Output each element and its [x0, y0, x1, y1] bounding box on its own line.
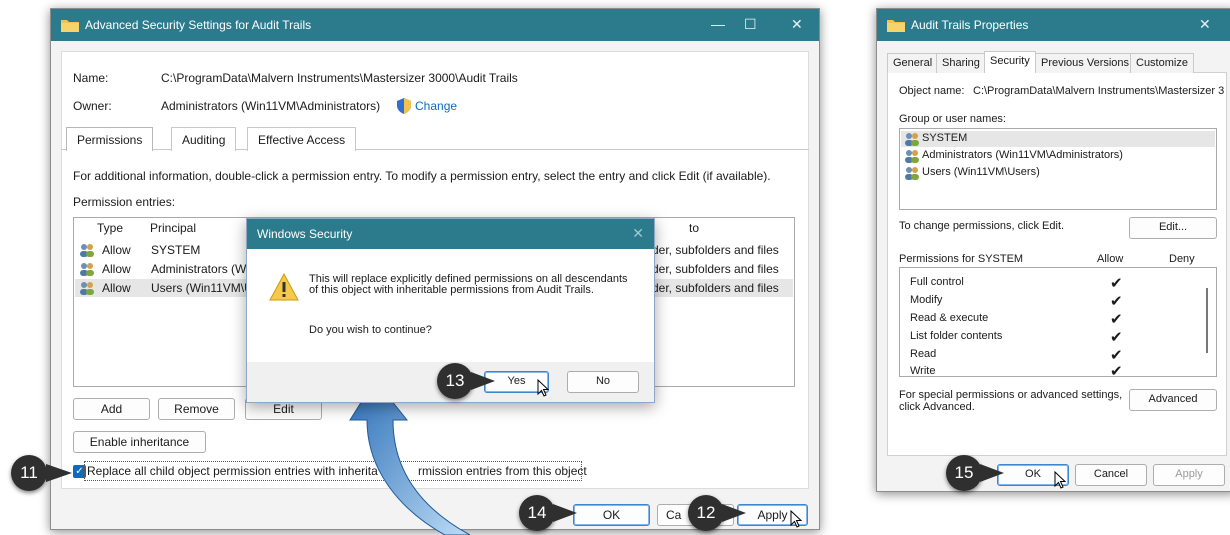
- title-bar: Advanced Security Settings for Audit Tra…: [51, 9, 819, 41]
- entry-applies-to: der, subfolders and files: [652, 243, 779, 257]
- properties-apply-button[interactable]: Apply: [1153, 464, 1225, 486]
- entry-principal: Administrators (W: [151, 262, 247, 276]
- dialog-title: Windows Security: [257, 227, 353, 241]
- list-item[interactable]: Administrators (Win11VM\Administrators): [922, 149, 1123, 161]
- badge-pointer: [722, 504, 746, 522]
- step-badge-15: 15: [946, 455, 982, 491]
- advanced-button[interactable]: Advanced: [1129, 389, 1217, 411]
- special-permissions-text: For special permissions or advanced sett…: [899, 389, 1123, 413]
- maximize-button[interactable]: ☐: [744, 16, 757, 33]
- badge-pointer: [980, 464, 1004, 482]
- name-value: C:\ProgramData\Malvern Instruments\Maste…: [161, 71, 518, 85]
- tab-auditing[interactable]: Auditing: [171, 127, 237, 151]
- group-names-list[interactable]: SYSTEM Administrators (Win11VM\Administr…: [899, 128, 1217, 210]
- users-icon: [80, 282, 94, 295]
- enable-inheritance-button[interactable]: Enable inheritance: [73, 431, 206, 453]
- users-icon: [80, 263, 94, 276]
- entry-applies-to: der, subfolders and files: [652, 262, 779, 276]
- users-icon: [905, 133, 919, 146]
- dialog-close-icon[interactable]: ✕: [632, 225, 644, 242]
- dialog-title-bar: Windows Security ✕: [247, 219, 654, 249]
- tab-general[interactable]: General: [887, 53, 939, 73]
- object-name-value: C:\ProgramData\Malvern Instruments\Maste…: [973, 85, 1225, 97]
- tab-security[interactable]: Security: [984, 51, 1036, 73]
- object-name-label: Object name:: [899, 85, 965, 97]
- tab-sharing[interactable]: Sharing: [936, 53, 986, 73]
- column-applies-to[interactable]: to: [689, 221, 699, 235]
- entry-type: Allow: [102, 262, 131, 276]
- add-button[interactable]: Add: [73, 398, 150, 420]
- allow-check-icon: ✔: [1110, 293, 1123, 310]
- window-title: Advanced Security Settings for Audit Tra…: [85, 18, 312, 32]
- no-button[interactable]: No: [567, 371, 639, 393]
- step-badge-13: 13: [437, 363, 473, 399]
- allow-check-icon: ✔: [1110, 363, 1123, 380]
- permissions-for-label: Permissions for SYSTEM: [899, 253, 1024, 265]
- tab-previous-versions[interactable]: Previous Versions: [1035, 53, 1136, 73]
- mouse-cursor-icon: [537, 379, 549, 397]
- ok-button[interactable]: OK: [573, 504, 650, 526]
- warning-icon: [269, 273, 299, 301]
- mouse-cursor-icon: [1054, 471, 1066, 489]
- deny-column-label: Deny: [1169, 253, 1195, 265]
- properties-title-bar: Audit Trails Properties ✕: [877, 9, 1230, 41]
- edit-permissions-button[interactable]: Edit...: [1129, 217, 1217, 239]
- uac-shield-icon: [397, 98, 411, 114]
- change-permissions-text: To change permissions, click Edit.: [899, 220, 1065, 232]
- badge-pointer: [46, 464, 72, 482]
- permissions-list[interactable]: Full control Modify Read & execute List …: [899, 267, 1217, 380]
- owner-label: Owner:: [73, 99, 112, 113]
- minimize-button[interactable]: —: [711, 16, 725, 32]
- entry-principal: SYSTEM: [151, 243, 201, 257]
- step-badge-14: 14: [519, 495, 555, 531]
- badge-pointer: [553, 504, 577, 522]
- scrollbar[interactable]: [1206, 288, 1208, 353]
- remove-button[interactable]: Remove: [158, 398, 235, 420]
- badge-pointer: [471, 372, 495, 390]
- users-icon: [80, 244, 94, 257]
- list-item[interactable]: SYSTEM: [922, 132, 967, 144]
- allow-check-icon: ✔: [1110, 329, 1123, 346]
- column-type[interactable]: Type: [97, 221, 123, 235]
- properties-cancel-button[interactable]: Cancel: [1075, 464, 1147, 486]
- permission-item: List folder contents: [910, 330, 1003, 342]
- info-text: For additional information, double-click…: [73, 169, 771, 183]
- users-icon: [905, 150, 919, 163]
- group-names-label: Group or user names:: [899, 113, 1006, 125]
- permission-item: Modify: [910, 294, 943, 306]
- properties-close-button[interactable]: ✕: [1199, 16, 1211, 33]
- step-badge-11: 11: [11, 455, 47, 491]
- dialog-message: This will replace explicitly defined per…: [309, 273, 628, 296]
- tab-effective-access[interactable]: Effective Access: [247, 127, 357, 151]
- column-principal[interactable]: Principal: [150, 221, 196, 235]
- allow-check-icon: ✔: [1110, 275, 1123, 292]
- folder-icon: [61, 20, 79, 32]
- owner-value: Administrators (Win11VM\Administrators): [161, 99, 381, 113]
- name-label: Name:: [73, 71, 109, 85]
- list-item[interactable]: Users (Win11VM\Users): [922, 166, 1040, 178]
- users-icon: [905, 167, 919, 180]
- step-badge-12: 12: [688, 495, 724, 531]
- permission-item: Read: [910, 348, 937, 360]
- dialog-question: Do you wish to continue?: [309, 324, 432, 336]
- folder-icon: [887, 20, 905, 32]
- entry-applies-to: der, subfolders and files: [652, 281, 779, 295]
- tab-customize[interactable]: Customize: [1130, 53, 1194, 73]
- change-owner-link[interactable]: Change: [415, 99, 457, 113]
- allow-column-label: Allow: [1097, 253, 1124, 265]
- close-button[interactable]: ✕: [791, 16, 803, 33]
- tab-permissions[interactable]: Permissions: [66, 127, 154, 151]
- permission-item: Write: [910, 365, 936, 377]
- permission-item: Read & execute: [910, 312, 989, 324]
- properties-window: Audit Trails Properties ✕ General Sharin…: [876, 8, 1230, 492]
- entry-type: Allow: [102, 243, 131, 257]
- mouse-cursor-icon: [790, 510, 802, 528]
- entry-principal: Users (Win11VM\U: [151, 281, 253, 295]
- entry-type: Allow: [102, 281, 131, 295]
- permission-item: Full control: [910, 276, 964, 288]
- properties-title: Audit Trails Properties: [911, 18, 1029, 32]
- permission-entries-label: Permission entries:: [73, 195, 176, 209]
- allow-check-icon: ✔: [1110, 311, 1123, 328]
